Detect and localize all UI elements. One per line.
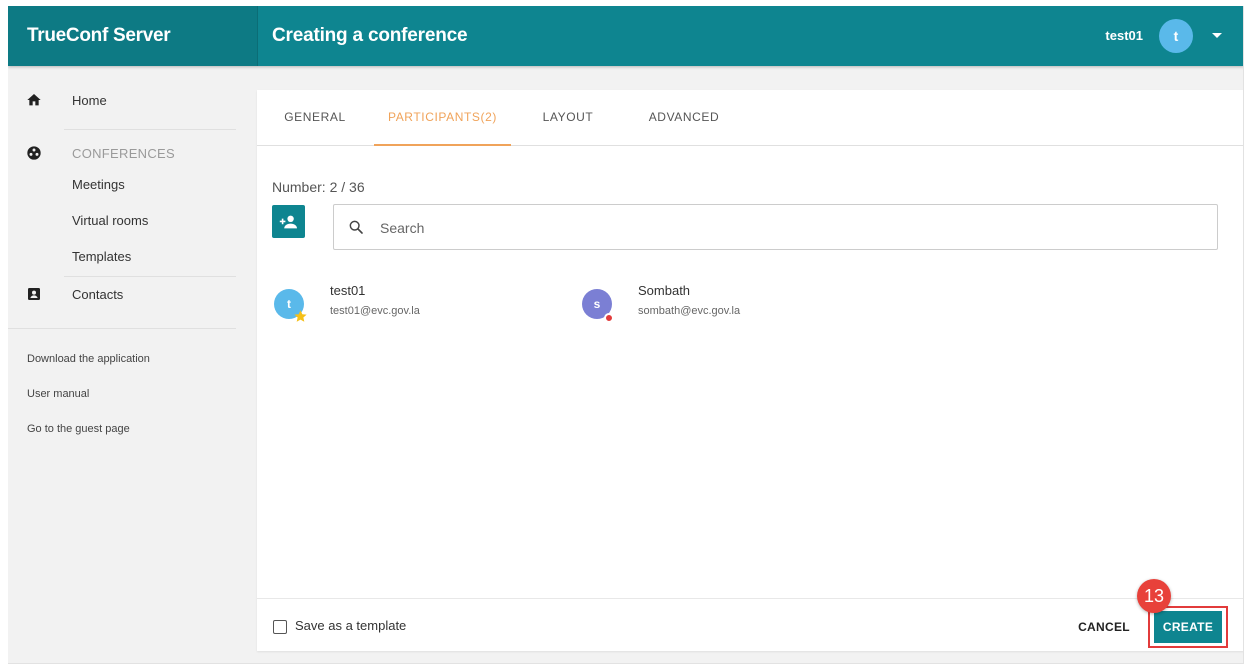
participant-item[interactable]: t test01 test01@evc.gov.la bbox=[274, 283, 494, 327]
top-bar: TrueConf Server Creating a conference te… bbox=[8, 6, 1243, 66]
form-footer: Save as a template CANCEL CREATE bbox=[257, 598, 1243, 651]
star-icon bbox=[294, 310, 307, 322]
download-app-link[interactable]: Download the application bbox=[27, 353, 150, 365]
participant-item[interactable]: s Sombath sombath@evc.gov.la bbox=[582, 283, 812, 327]
cancel-button[interactable]: CANCEL bbox=[1071, 612, 1137, 642]
sidebar-item-contacts[interactable]: Contacts bbox=[8, 278, 257, 310]
search-field[interactable] bbox=[333, 204, 1218, 250]
status-busy-icon bbox=[604, 313, 614, 323]
participant-name: test01 bbox=[330, 283, 366, 298]
save-template-checkbox[interactable] bbox=[273, 620, 287, 634]
app-brand[interactable]: TrueConf Server bbox=[8, 6, 257, 66]
step-number-badge: 13 bbox=[1137, 579, 1171, 613]
search-icon bbox=[349, 220, 363, 234]
user-avatar[interactable]: t bbox=[1159, 19, 1193, 53]
create-button[interactable]: CREATE bbox=[1154, 611, 1222, 643]
tab-bar: GENERAL PARTICIPANTS(2) LAYOUT ADVANCED bbox=[257, 90, 1243, 146]
participant-email: sombath@evc.gov.la bbox=[638, 305, 741, 317]
save-template-label[interactable]: Save as a template bbox=[295, 618, 406, 633]
sidebar-item-virtual-rooms[interactable]: Virtual rooms bbox=[72, 213, 148, 228]
sidebar-section-conferences: CONFERENCES bbox=[72, 146, 175, 161]
search-input[interactable] bbox=[380, 215, 1200, 241]
conference-form-card: GENERAL PARTICIPANTS(2) LAYOUT ADVANCED … bbox=[257, 90, 1243, 651]
page-title: Creating a conference bbox=[272, 25, 468, 46]
chevron-down-icon[interactable] bbox=[1212, 33, 1222, 38]
divider bbox=[8, 328, 236, 329]
divider bbox=[64, 276, 236, 277]
participant-name: Sombath bbox=[638, 283, 691, 298]
sidebar-item-home[interactable]: Home bbox=[8, 84, 257, 116]
add-participant-button[interactable] bbox=[272, 205, 305, 238]
sidebar-item-meetings[interactable]: Meetings bbox=[72, 177, 125, 192]
brand-divider bbox=[257, 6, 258, 66]
sidebar-item-templates[interactable]: Templates bbox=[72, 249, 131, 264]
contacts-icon bbox=[28, 288, 40, 300]
sidebar: Home CONFERENCES Meetings Virtual rooms … bbox=[8, 66, 257, 663]
participant-count: Number: 2 / 36 bbox=[272, 179, 365, 195]
add-user-icon bbox=[279, 215, 297, 228]
tab-general[interactable]: GENERAL bbox=[277, 90, 353, 146]
tab-participants[interactable]: PARTICIPANTS(2) bbox=[374, 90, 511, 146]
tab-layout[interactable]: LAYOUT bbox=[532, 90, 604, 146]
guest-page-link[interactable]: Go to the guest page bbox=[27, 423, 130, 435]
participant-email: test01@evc.gov.la bbox=[330, 305, 420, 317]
home-icon bbox=[27, 94, 41, 106]
conferences-icon bbox=[27, 146, 41, 160]
divider bbox=[64, 129, 236, 130]
app-window: TrueConf Server Creating a conference te… bbox=[8, 6, 1244, 664]
tab-advanced[interactable]: ADVANCED bbox=[638, 90, 730, 146]
sidebar-item-label: Home bbox=[72, 92, 107, 108]
user-name[interactable]: test01 bbox=[1105, 6, 1143, 66]
sidebar-item-label: Contacts bbox=[72, 286, 124, 302]
user-manual-link[interactable]: User manual bbox=[27, 388, 89, 400]
